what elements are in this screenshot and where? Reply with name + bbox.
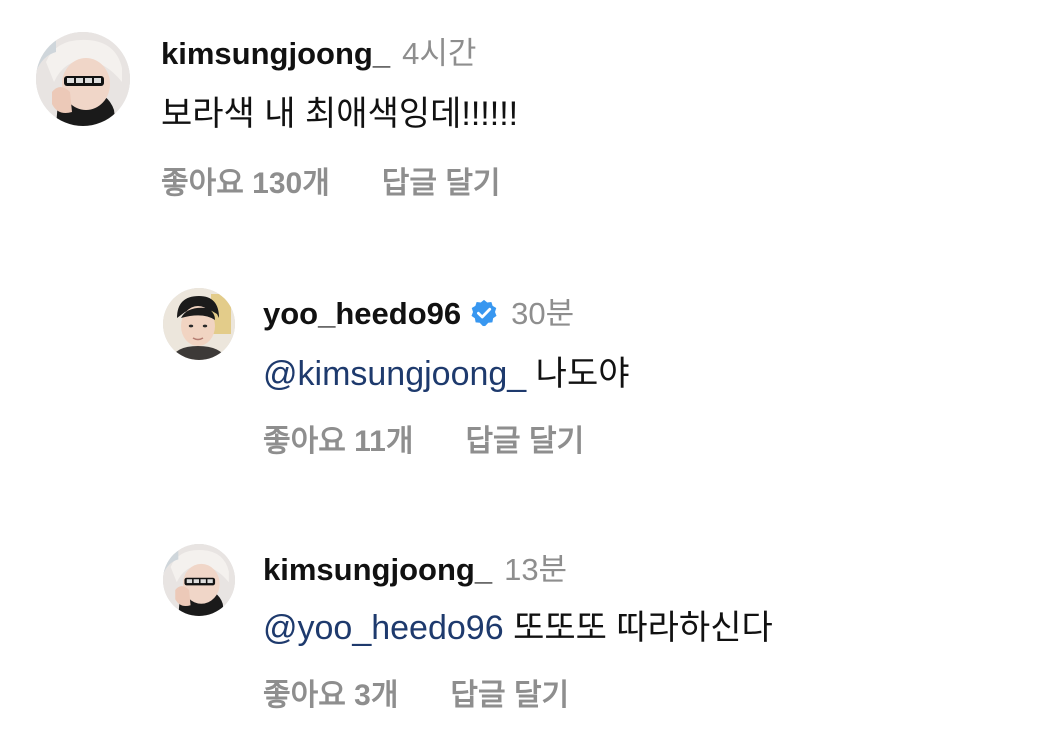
comment-header: kimsungjoong_ 13분 xyxy=(263,544,567,589)
comment-actions: 좋아요 3개 답글 달기 xyxy=(263,670,569,714)
comment-actions: 좋아요 130개 답글 달기 xyxy=(161,158,501,202)
comment-body: 보라색 내 최애색잉데!!!!!! xyxy=(161,95,519,133)
username[interactable]: kimsungjoong_ xyxy=(161,36,390,72)
profile-photo-icon xyxy=(163,288,235,360)
mention-link[interactable]: @yoo_heedo96 xyxy=(263,609,513,647)
comment-body: 또또또 따라하신다 xyxy=(513,609,773,647)
timestamp: 30분 xyxy=(511,296,575,331)
comment-body: 나도야 xyxy=(535,355,630,393)
comment-header: yoo_heedo96 30분 xyxy=(263,288,574,333)
username[interactable]: yoo_heedo96 xyxy=(263,296,461,332)
reply-button[interactable]: 답글 달기 xyxy=(382,158,501,202)
username[interactable]: kimsungjoong_ xyxy=(263,552,492,588)
timestamp: 4시간 xyxy=(402,36,477,71)
likes-count[interactable]: 좋아요 3개 xyxy=(263,670,398,714)
comment-header: kimsungjoong_ 4시간 xyxy=(161,28,476,73)
likes-count[interactable]: 좋아요 130개 xyxy=(161,158,330,202)
mention-link[interactable]: @kimsungjoong_ xyxy=(263,355,536,393)
profile-photo-icon xyxy=(163,544,235,616)
reply-button[interactable]: 답글 달기 xyxy=(465,416,584,460)
verified-badge-icon xyxy=(469,298,499,336)
avatar[interactable] xyxy=(36,32,130,126)
comment-text: @kimsungjoong_ 나도야 xyxy=(263,346,630,395)
avatar[interactable] xyxy=(163,544,235,616)
timestamp: 13분 xyxy=(504,552,568,587)
comment-text: 보라색 내 최애색잉데!!!!!! xyxy=(161,86,518,135)
comment-text: @yoo_heedo96 또또또 따라하신다 xyxy=(263,600,773,649)
comment-actions: 좋아요 11개 답글 달기 xyxy=(263,416,584,460)
reply-button[interactable]: 답글 달기 xyxy=(450,670,569,714)
avatar[interactable] xyxy=(163,288,235,360)
profile-photo-icon xyxy=(36,32,130,126)
likes-count[interactable]: 좋아요 11개 xyxy=(263,416,413,460)
